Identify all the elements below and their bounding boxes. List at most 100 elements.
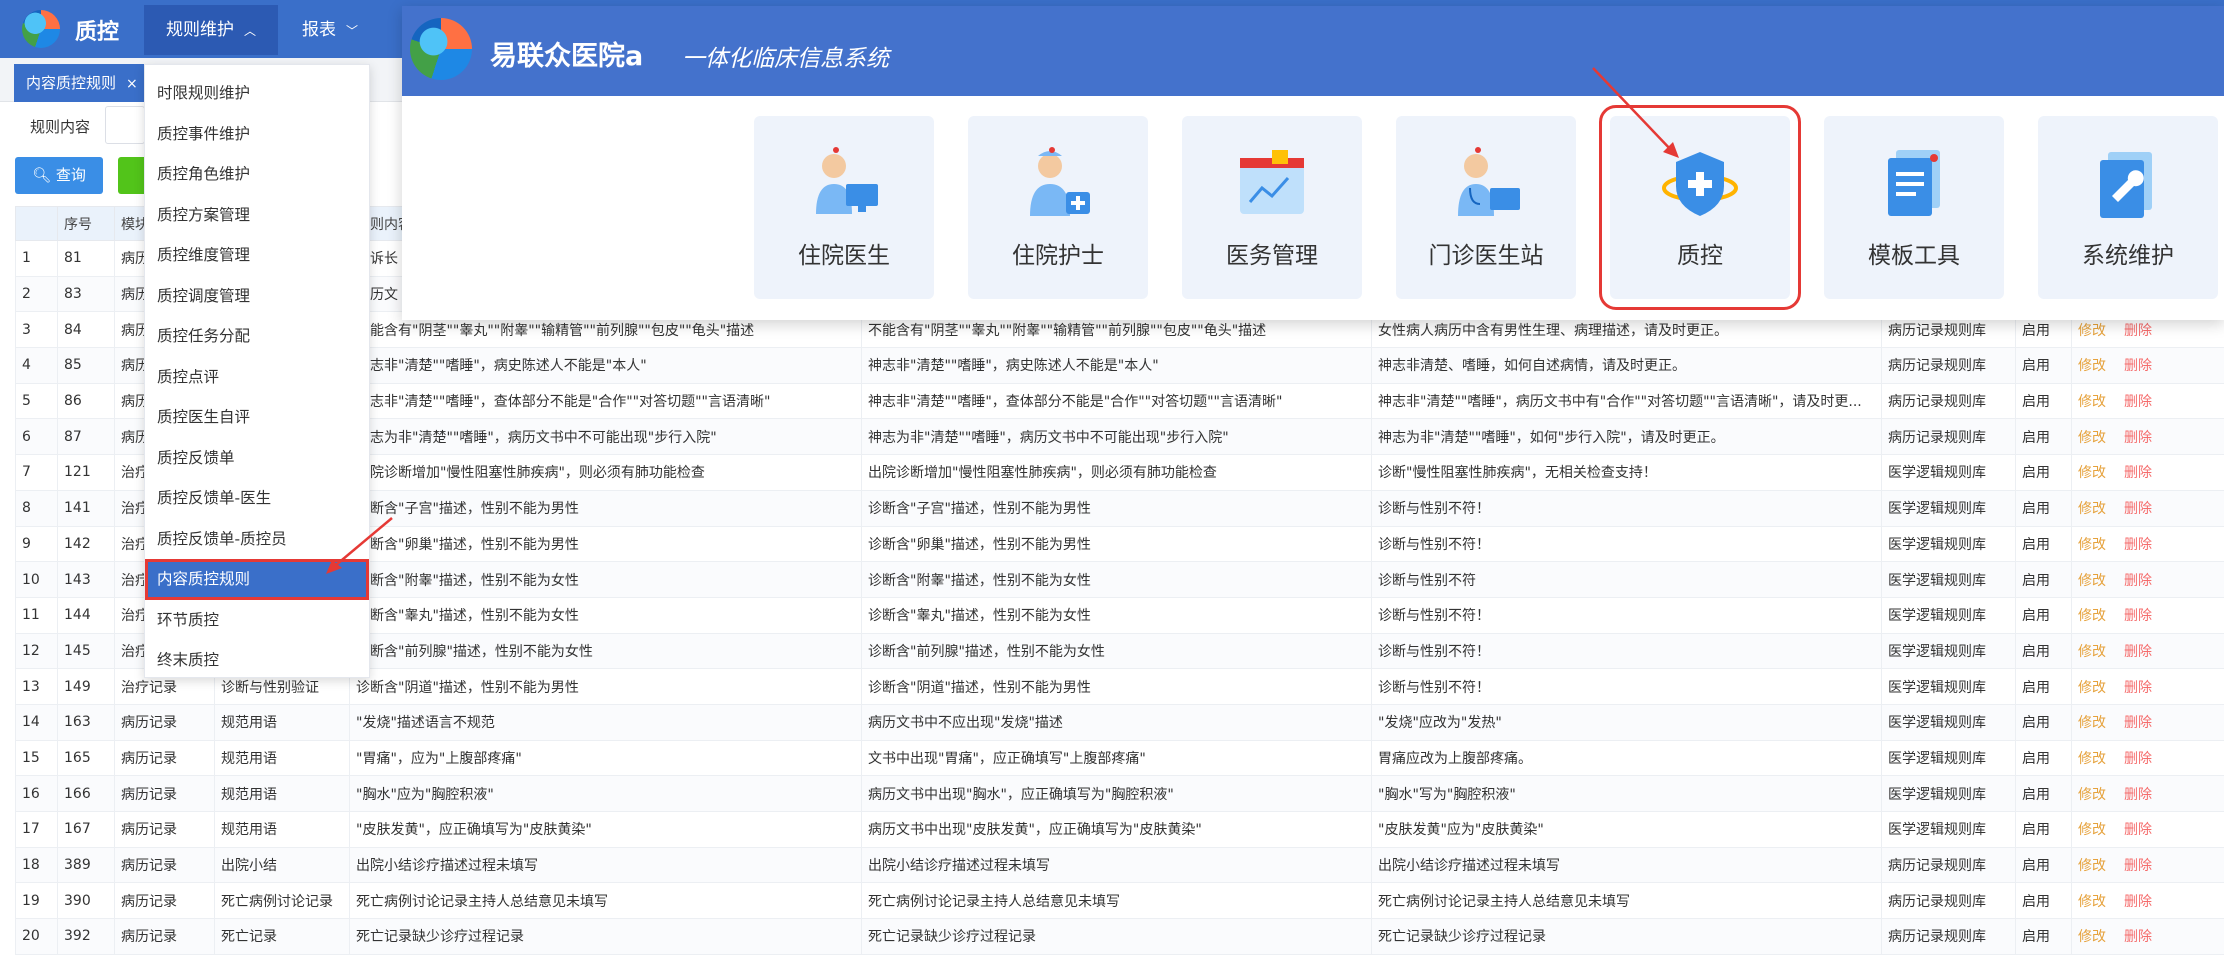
edit-link[interactable]: 修改 [2078, 787, 2106, 803]
row-status: 启用 [2015, 561, 2072, 598]
row-index: 5 [15, 382, 58, 420]
dropdown-item[interactable]: 时限规则维护 [145, 73, 369, 114]
row-rule-content: "发烧"描述语言不规范 [349, 703, 862, 741]
edit-link[interactable]: 修改 [2078, 822, 2106, 838]
row-status: 启用 [2015, 454, 2072, 491]
app-tile[interactable]: 质控 [1599, 105, 1801, 310]
delete-link[interactable]: 删除 [2124, 608, 2152, 624]
app-tile[interactable]: 门诊医生站 [1396, 116, 1576, 299]
dropdown-item[interactable]: 内容质控规则 [145, 559, 369, 600]
table-row: 15 165 病历记录 规范用语 "胃痛"，应为"上腹部疼痛" 文书中出现"胃痛"，应正确… [15, 739, 2224, 777]
delete-link[interactable]: 删除 [2124, 787, 2152, 803]
close-icon[interactable]: × [126, 76, 138, 92]
row-module: 病历记录 [114, 775, 215, 812]
row-category: 死亡病例讨论记录 [214, 882, 350, 920]
menu-reports[interactable]: 报表 ﹀ [280, 5, 380, 55]
delete-link[interactable]: 删除 [2124, 644, 2152, 660]
edit-link[interactable]: 修改 [2078, 501, 2106, 517]
delete-link[interactable]: 删除 [2124, 929, 2152, 945]
app-tile[interactable]: 系统维护 [2038, 116, 2218, 299]
row-message: 神志为非"清楚""嗜睡"，如何"步行入院"，请及时更正。 [1371, 418, 1882, 456]
edit-link[interactable]: 修改 [2078, 644, 2106, 660]
edit-link[interactable]: 修改 [2078, 465, 2106, 481]
chart-board-icon [1232, 144, 1312, 224]
row-actions: 修改 删除 [2071, 525, 2224, 563]
dropdown-item[interactable]: 环节质控 [145, 600, 369, 641]
delete-link[interactable]: 删除 [2124, 858, 2152, 874]
delete-link[interactable]: 删除 [2124, 358, 2152, 374]
row-index: 10 [15, 561, 58, 598]
delete-link[interactable]: 删除 [2124, 537, 2152, 553]
delete-link[interactable]: 删除 [2124, 715, 2152, 731]
delete-link[interactable]: 删除 [2124, 394, 2152, 410]
edit-link[interactable]: 修改 [2078, 573, 2106, 589]
app-tile-label: 住院护士 [1012, 243, 1104, 269]
dropdown-item[interactable]: 终末质控 [145, 640, 369, 681]
app-tile[interactable]: 模板工具 [1824, 116, 2004, 299]
delete-link[interactable]: 删除 [2124, 465, 2152, 481]
dropdown-item[interactable]: 质控角色维护 [145, 154, 369, 195]
delete-link[interactable]: 删除 [2124, 323, 2152, 339]
dropdown-item[interactable]: 质控调度管理 [145, 276, 369, 317]
edit-link[interactable]: 修改 [2078, 323, 2106, 339]
dropdown-item[interactable]: 质控反馈单 [145, 438, 369, 479]
row-rule-content: 诊断含"卵巢"描述，性别不能为男性 [349, 525, 862, 563]
dropdown-item[interactable]: 质控点评 [145, 357, 369, 398]
row-status: 启用 [2015, 811, 2072, 848]
edit-link[interactable]: 修改 [2078, 894, 2106, 910]
delete-link[interactable]: 删除 [2124, 501, 2152, 517]
edit-link[interactable]: 修改 [2078, 751, 2106, 767]
table-row: 18 389 病历记录 出院小结 出院小结诊疗描述过程未填写 出院小结诊疗描述过程未填写出… [15, 846, 2224, 884]
dropdown-item[interactable]: 质控任务分配 [145, 316, 369, 357]
delete-link[interactable]: 删除 [2124, 822, 2152, 838]
edit-link[interactable]: 修改 [2078, 537, 2106, 553]
dropdown-item[interactable]: 质控反馈单-质控员 [145, 519, 369, 560]
edit-link[interactable]: 修改 [2078, 394, 2106, 410]
app-tile[interactable]: 住院医生 [754, 116, 934, 299]
row-rule-content: 诊断含"子宫"描述，性别不能为男性 [349, 489, 862, 527]
row-description: 文书中出现"胃痛"，应正确填写"上腹部疼痛" [861, 739, 1372, 777]
dropdown-item[interactable]: 质控医生自评 [145, 397, 369, 438]
edit-link[interactable]: 修改 [2078, 858, 2106, 874]
delete-link[interactable]: 删除 [2124, 894, 2152, 910]
edit-link[interactable]: 修改 [2078, 929, 2106, 945]
menu-rule-maintenance[interactable]: 规则维护 ︿ [144, 5, 279, 55]
table-row: 14 163 病历记录 规范用语 "发烧"描述语言不规范 病历文书中不应出现"发烧"描述 "… [15, 703, 2224, 741]
delete-link[interactable]: 删除 [2124, 680, 2152, 696]
row-status: 启用 [2015, 525, 2072, 563]
dropdown-item[interactable]: 质控方案管理 [145, 195, 369, 236]
table-row: 16 166 病历记录 规范用语 "胸水"应为"胸腔积液" 病历文书中出现"胸水"，应正确… [15, 775, 2224, 812]
row-index: 3 [15, 311, 58, 349]
query-button[interactable]: 🔍︎ 查询 [15, 157, 103, 194]
edit-link[interactable]: 修改 [2078, 358, 2106, 374]
row-category: 死亡记录 [214, 918, 350, 955]
rule-content-input[interactable] [105, 106, 145, 144]
row-status: 启用 [2015, 489, 2072, 527]
row-category: 规范用语 [214, 811, 350, 848]
edit-link[interactable]: 修改 [2078, 715, 2106, 731]
delete-link[interactable]: 删除 [2124, 751, 2152, 767]
dropdown-item[interactable]: 质控事件维护 [145, 114, 369, 155]
tab-content-qc-rules[interactable]: 内容质控规则 × [14, 64, 150, 102]
row-rule-content: 出院诊断增加"慢性阻塞性肺疾病"，则必须有肺功能检查 [349, 454, 862, 491]
dropdown-item[interactable]: 质控反馈单-医生 [145, 478, 369, 519]
row-message: "皮肤发黄"应为"皮肤黄染" [1371, 811, 1882, 848]
row-status: 启用 [2015, 382, 2072, 420]
app-tile[interactable]: 住院护士 [968, 116, 1148, 299]
edit-link[interactable]: 修改 [2078, 680, 2106, 696]
table-row: 19 390 病历记录 死亡病例讨论记录 死亡病例讨论记录主持人总结意见未填写 死亡病例讨… [15, 882, 2224, 920]
col-seq: 序号 [57, 206, 115, 241]
dropdown-item[interactable]: 质控维度管理 [145, 235, 369, 276]
app-tile[interactable]: 医务管理 [1182, 116, 1362, 299]
hospital-logo [410, 18, 472, 80]
row-message: 胃痛应改为上腹部疼痛。 [1371, 739, 1882, 777]
row-message: "胸水"写为"胸腔积液" [1371, 775, 1882, 812]
row-seq: 145 [57, 632, 115, 670]
edit-link[interactable]: 修改 [2078, 430, 2106, 446]
edit-link[interactable]: 修改 [2078, 608, 2106, 624]
delete-link[interactable]: 删除 [2124, 430, 2152, 446]
row-actions: 修改 删除 [2071, 347, 2224, 384]
app-tile-label: 质控 [1677, 243, 1723, 269]
delete-link[interactable]: 删除 [2124, 573, 2152, 589]
row-status: 启用 [2015, 632, 2072, 670]
